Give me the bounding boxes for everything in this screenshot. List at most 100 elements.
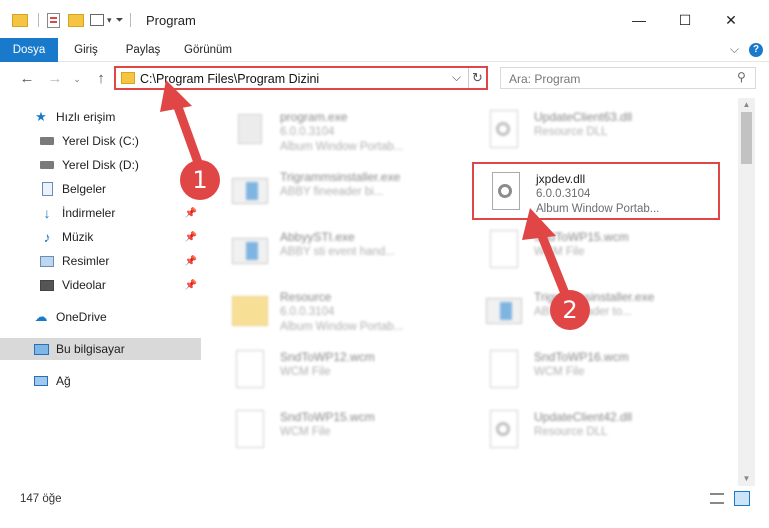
file-tile[interactable]: SndToWP12.wcm WCM File bbox=[218, 342, 466, 400]
search-box[interactable]: Ara: Program ⚲ bbox=[500, 67, 756, 89]
file-detail: WCM File bbox=[280, 426, 331, 438]
search-input[interactable]: Ara: Program bbox=[509, 72, 580, 86]
file-icon bbox=[232, 350, 268, 390]
sidebar-item-label: Yerel Disk (C:) bbox=[62, 134, 139, 148]
annotation-badge-1: 1 bbox=[180, 160, 220, 200]
minimize-icon: — bbox=[632, 12, 646, 28]
details-view-icon[interactable] bbox=[710, 493, 724, 504]
close-button[interactable]: ✕ bbox=[708, 6, 754, 34]
sidebar-item[interactable]: ↓ İndirmeler 📌 bbox=[0, 202, 201, 224]
tab-view[interactable]: Görünüm bbox=[176, 38, 240, 62]
help-icon[interactable]: ? bbox=[749, 42, 763, 57]
properties-icon[interactable] bbox=[47, 12, 60, 28]
customize-toolbar-icon[interactable]: ⏷ bbox=[116, 15, 124, 26]
sidebar-item[interactable]: Ağ bbox=[0, 370, 201, 392]
file-tile[interactable]: Trigrammsinstaller.exeABBY fineader to..… bbox=[472, 282, 720, 340]
file-name: jxpdev.dll bbox=[536, 172, 586, 186]
file-detail: 6.0.0.3104 bbox=[280, 126, 335, 138]
sidebar-item[interactable]: Yerel Disk (C:) bbox=[0, 130, 201, 152]
file-description: Album Window Portab... bbox=[280, 141, 404, 153]
download-icon: ↓ bbox=[43, 205, 51, 221]
sidebar-item-label: Hızlı erişim bbox=[56, 110, 116, 124]
view-options-icon[interactable] bbox=[90, 14, 104, 26]
file-tile[interactable]: UpdateClient63.dll Resource DLL bbox=[472, 102, 720, 160]
sidebar-item[interactable]: ☁ OneDrive bbox=[0, 306, 201, 328]
scroll-down-icon[interactable]: ▼ bbox=[738, 472, 755, 486]
dll-icon bbox=[486, 410, 522, 450]
ribbon-controls: ⌵ ? bbox=[730, 42, 763, 57]
scroll-up-icon[interactable]: ▲ bbox=[738, 98, 755, 112]
file-tile[interactable]: SndToWP16.wcm WCM File bbox=[472, 342, 720, 400]
sidebar-item[interactable]: ♪ Müzik 📌 bbox=[0, 226, 201, 248]
installer-icon bbox=[486, 290, 522, 330]
sidebar-item-label: OneDrive bbox=[56, 310, 107, 324]
file-icon bbox=[232, 410, 268, 450]
minimize-button[interactable]: — bbox=[616, 6, 662, 34]
sidebar-item-label: Resimler bbox=[62, 254, 110, 268]
tiles-view-icon[interactable] bbox=[734, 491, 750, 506]
file-icon bbox=[486, 350, 522, 390]
file-tile[interactable]: AbbyySTI.exe ABBY sti event hand... bbox=[218, 222, 466, 280]
sidebar-item[interactable]: Videolar 📌 bbox=[0, 274, 201, 296]
file-detail: 6.0.0.3104 bbox=[536, 188, 591, 200]
cloud-icon: ☁ bbox=[34, 309, 48, 324]
file-name: program.exe bbox=[280, 110, 348, 124]
separator bbox=[129, 13, 131, 27]
file-name: SndToWP12.wcm bbox=[280, 350, 375, 364]
file-detail: WCM File bbox=[280, 366, 331, 378]
status-bar: 147 öğe bbox=[0, 488, 769, 510]
search-icon: ⚲ bbox=[737, 70, 746, 84]
navigation-pane: ★ Hızlı erişim Yerel Disk (C:) Yerel Disk (… bbox=[0, 98, 201, 486]
new-folder-icon[interactable] bbox=[68, 13, 84, 27]
address-dropdown-icon[interactable]: ⌵ bbox=[452, 70, 461, 85]
address-path[interactable]: C:\Program Files\Program Dizini bbox=[140, 72, 319, 86]
file-name: Resource bbox=[280, 290, 332, 304]
sidebar-item-label: Ağ bbox=[56, 374, 71, 388]
tab-home[interactable]: Giriş bbox=[64, 38, 108, 62]
address-bar[interactable]: C:\Program Files\Program Dizini ⌵ ↻ bbox=[114, 66, 488, 90]
file-name: Trigrammsinstaller.exe bbox=[280, 170, 401, 184]
scroll-thumb[interactable] bbox=[741, 112, 752, 164]
sidebar-item[interactable]: Bu bilgisayar bbox=[0, 338, 201, 360]
pin-icon[interactable]: 📌 bbox=[185, 256, 197, 267]
tab-file[interactable]: Dosya bbox=[0, 38, 58, 62]
folder-icon bbox=[121, 72, 135, 84]
pin-icon[interactable]: 📌 bbox=[185, 208, 197, 219]
file-tile[interactable]: UpdateClient42.dll Resource DLL bbox=[472, 402, 720, 460]
file-tile[interactable]: SndToWP15.wcm WCM File bbox=[218, 402, 466, 460]
pin-icon[interactable]: 📌 bbox=[185, 280, 197, 291]
dll-icon bbox=[488, 172, 524, 212]
back-arrow-icon[interactable]: ← bbox=[18, 70, 36, 88]
file-description: Album Window Portab... bbox=[280, 321, 404, 333]
chevron-down-icon[interactable]: ▾ bbox=[107, 15, 112, 26]
sidebar-item[interactable]: Belgeler📌 bbox=[0, 178, 201, 200]
exe-icon bbox=[232, 110, 268, 150]
file-detail: ABBY fineeader bi... bbox=[280, 186, 384, 198]
file-icon bbox=[486, 230, 522, 270]
sidebar-item[interactable]: Resimler 📌 bbox=[0, 250, 201, 272]
sidebar-item[interactable]: ★ Hızlı erişim bbox=[0, 106, 201, 128]
file-tile[interactable]: SndToWP15.wcm WCM File bbox=[472, 222, 720, 280]
annotation-badge-2: 2 bbox=[550, 290, 590, 330]
file-tile[interactable]: Trigrammsinstaller.exe ABBY fineeader bi.… bbox=[218, 162, 466, 220]
pin-icon[interactable]: 📌 bbox=[185, 232, 197, 243]
file-tile[interactable]: Resource 6.0.0.3104 Album Window Portab... bbox=[218, 282, 466, 340]
forward-arrow-icon[interactable]: → bbox=[46, 70, 64, 88]
folder-icon[interactable] bbox=[12, 13, 28, 27]
file-tile[interactable]: jxpdev.dll 6.0.0.3104 Album Window Portab.… bbox=[472, 162, 720, 220]
tab-share[interactable]: Paylaş bbox=[118, 38, 168, 62]
file-name: SndToWP16.wcm bbox=[534, 350, 629, 364]
vertical-scrollbar[interactable]: ▲ ▼ bbox=[738, 98, 755, 486]
maximize-button[interactable]: ☐ bbox=[662, 6, 708, 34]
sidebar-item-label: İndirmeler bbox=[62, 206, 116, 220]
star-icon: ★ bbox=[35, 109, 47, 124]
expand-ribbon-icon[interactable]: ⌵ bbox=[730, 42, 739, 57]
file-tile[interactable]: program.exe 6.0.0.3104 Album Window Portab… bbox=[218, 102, 466, 160]
sidebar-item[interactable]: Yerel Disk (D:) bbox=[0, 154, 201, 176]
recent-locations-icon[interactable]: ⌄ bbox=[68, 70, 86, 88]
file-name: UpdateClient42.dll bbox=[534, 410, 633, 424]
up-arrow-icon[interactable]: ↑ bbox=[92, 70, 110, 88]
refresh-icon[interactable]: ↻ bbox=[468, 68, 486, 88]
window-title: Program bbox=[146, 13, 196, 28]
file-detail: WCM File bbox=[534, 246, 585, 258]
